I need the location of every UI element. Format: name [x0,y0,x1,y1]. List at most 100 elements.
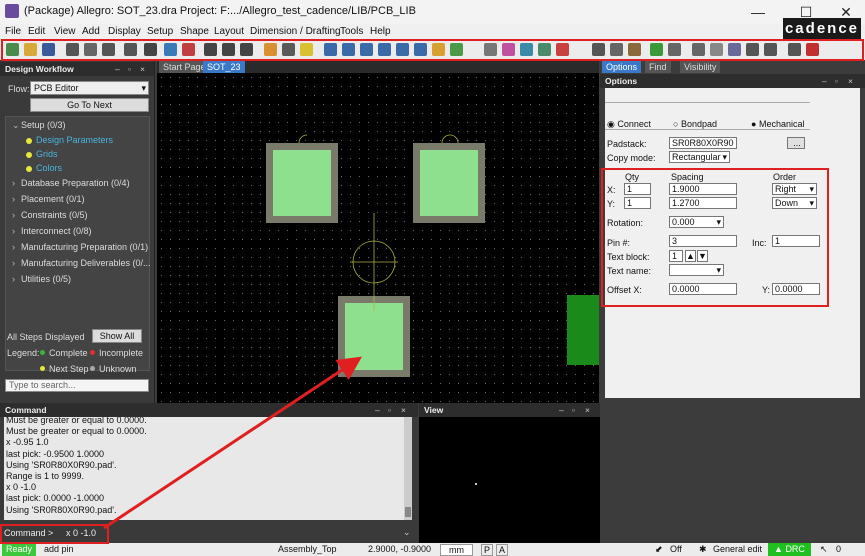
a-button[interactable]: A [496,544,509,556]
tree-item-constraints[interactable]: › Constraints (0/5) [12,210,88,220]
edit-mode[interactable]: General edit [713,544,762,554]
show-all-button[interactable]: Show All [92,329,142,343]
tab-visibility[interactable]: Visibility [680,61,721,73]
command-header: Command – ▫ × [0,403,418,417]
chevron-right-icon: › [12,194,15,204]
float-panel-icon[interactable]: ▫ [835,74,838,88]
tab-start-page[interactable]: Start Page [159,61,210,73]
command-scrollbar[interactable] [404,417,412,520]
scroll-thumb[interactable] [405,507,411,517]
current-command: add pin [44,544,74,554]
legend-next-step: Next Step [38,364,89,374]
menu-shape[interactable]: Shape [180,26,209,37]
history-line: last pick: 0.0000 -1.0000 [6,493,105,504]
command-title: Command [5,405,47,415]
menu-view[interactable]: View [54,26,76,37]
go-to-next-button[interactable]: Go To Next [30,98,149,112]
menu-file[interactable]: File [5,26,21,37]
tree-item-database-preparation[interactable]: › Database Preparation (0/4) [12,178,130,188]
legend-label: Legend: [7,348,40,358]
view-header: View – ▫ × [419,403,600,417]
design-workflow-panel: Design Workflow – ▫ × Flow: PCB Editor G… [0,60,155,403]
close-panel-icon[interactable]: × [585,403,590,417]
menu-layout[interactable]: Layout [214,26,244,37]
workflow-search-input[interactable]: Type to search... [5,379,149,392]
menu-help[interactable]: Help [370,26,391,37]
cursor-icon: ↖ [820,544,828,554]
minimize-button[interactable]: — [735,2,781,22]
menu-setup[interactable]: Setup [147,26,173,37]
pcb-drawing [266,134,599,377]
active-layer[interactable]: Assembly_Top [278,544,337,554]
menu-dimension[interactable]: Dimension / Drafting [250,26,341,37]
drc-indicator[interactable]: ▲ DRC [768,543,811,556]
float-panel-icon[interactable]: ▫ [572,403,575,417]
legend-incomplete: Incomplete [88,348,143,358]
float-panel-icon[interactable]: ▫ [128,62,131,76]
p-button[interactable]: P [481,544,494,556]
menu-display[interactable]: Display [108,26,141,37]
view-title: View [424,405,444,415]
tab-sot23[interactable]: SOT_23 [203,61,245,73]
title-bar: (Package) Allegro: SOT_23.dra Project: F… [0,0,865,24]
flow-select[interactable]: PCB Editor [30,81,149,95]
pin2-marker-arc [441,134,459,144]
menu-add[interactable]: Add [82,26,100,37]
units-field[interactable]: mm [440,544,473,556]
options-title: Options [605,76,638,86]
chevron-right-icon: › [12,210,15,220]
design-canvas[interactable] [157,73,599,403]
tree-item-setup[interactable]: ⌄Setup (0/3) [12,120,66,131]
tree-item-grids[interactable]: Grids [26,149,58,159]
minimize-panel-icon[interactable]: – [559,403,564,417]
menu-edit[interactable]: Edit [28,26,45,37]
radio-mechanical[interactable]: ● Mechanical [751,119,804,129]
tab-options[interactable]: Options [602,61,642,73]
tree-item-manufacturing-deliverables[interactable]: › Manufacturing Deliverables (0/... [12,258,151,268]
tree-item-colors[interactable]: Colors [26,163,62,173]
history-line: Using 'SR0R80X0R90.pad'. [6,459,117,470]
pad-2[interactable] [413,143,485,223]
incomplete-dot-icon [90,350,95,355]
history-line: x -0.95 1.0 [6,437,49,448]
app-icon [5,4,19,18]
close-panel-icon[interactable]: × [140,62,145,76]
world-view-canvas[interactable] [419,417,600,543]
minimize-panel-icon[interactable]: – [115,62,120,76]
tree-item-placement[interactable]: › Placement (0/1) [12,194,85,204]
pad-1[interactable] [266,143,338,223]
tree-item-manufacturing-preparation[interactable]: › Manufacturing Preparation (0/1) [12,242,148,252]
menu-tools[interactable]: Tools [340,26,363,37]
float-panel-icon[interactable]: ▫ [388,403,391,417]
steps-displayed-label: All Steps Displayed [7,332,85,342]
radio-bondpad[interactable]: ○ Bondpad [673,119,717,129]
minimize-panel-icon[interactable]: – [375,403,380,417]
chevron-right-icon: › [12,226,15,236]
radio-connect[interactable]: ◉ Connect [607,119,651,130]
tree-item-design-parameters[interactable]: Design Parameters [26,135,113,145]
tree-item-utilities[interactable]: › Utilities (0/5) [12,274,71,284]
drc-count: 0 [836,544,842,554]
history-line: Range is 1 to 9999. [6,471,85,482]
cadence-logo: cadence [783,18,861,40]
padstack-field[interactable]: SR0R80X0R90 [669,137,737,149]
tree-item-interconnect[interactable]: › Interconnect (0/8) [12,226,92,236]
copy-mode-select[interactable]: Rectangular [669,151,730,163]
next-step-dot-icon [26,165,32,172]
close-panel-icon[interactable]: × [848,74,853,88]
chevron-down-icon: ⌄ [12,120,20,130]
partial-pad[interactable] [567,295,599,365]
command-history: Must be greater or equal to 0.0000. Must… [4,417,412,520]
radio-empty-icon: ○ [673,119,679,129]
legend-unknown: Unknown [88,364,137,374]
tab-find[interactable]: Find [645,61,671,73]
close-panel-icon[interactable]: × [401,403,406,417]
pin1-marker-arc [298,134,308,144]
next-step-dot-icon [26,151,32,158]
options-header: Options – ▫ × [600,74,865,88]
padstack-browse-button[interactable]: ... [787,137,805,149]
chevron-down-icon[interactable]: ⌄ [403,527,411,538]
chevron-right-icon: › [12,242,15,252]
minimize-panel-icon[interactable]: – [822,74,827,88]
next-step-dot-icon [40,366,45,371]
